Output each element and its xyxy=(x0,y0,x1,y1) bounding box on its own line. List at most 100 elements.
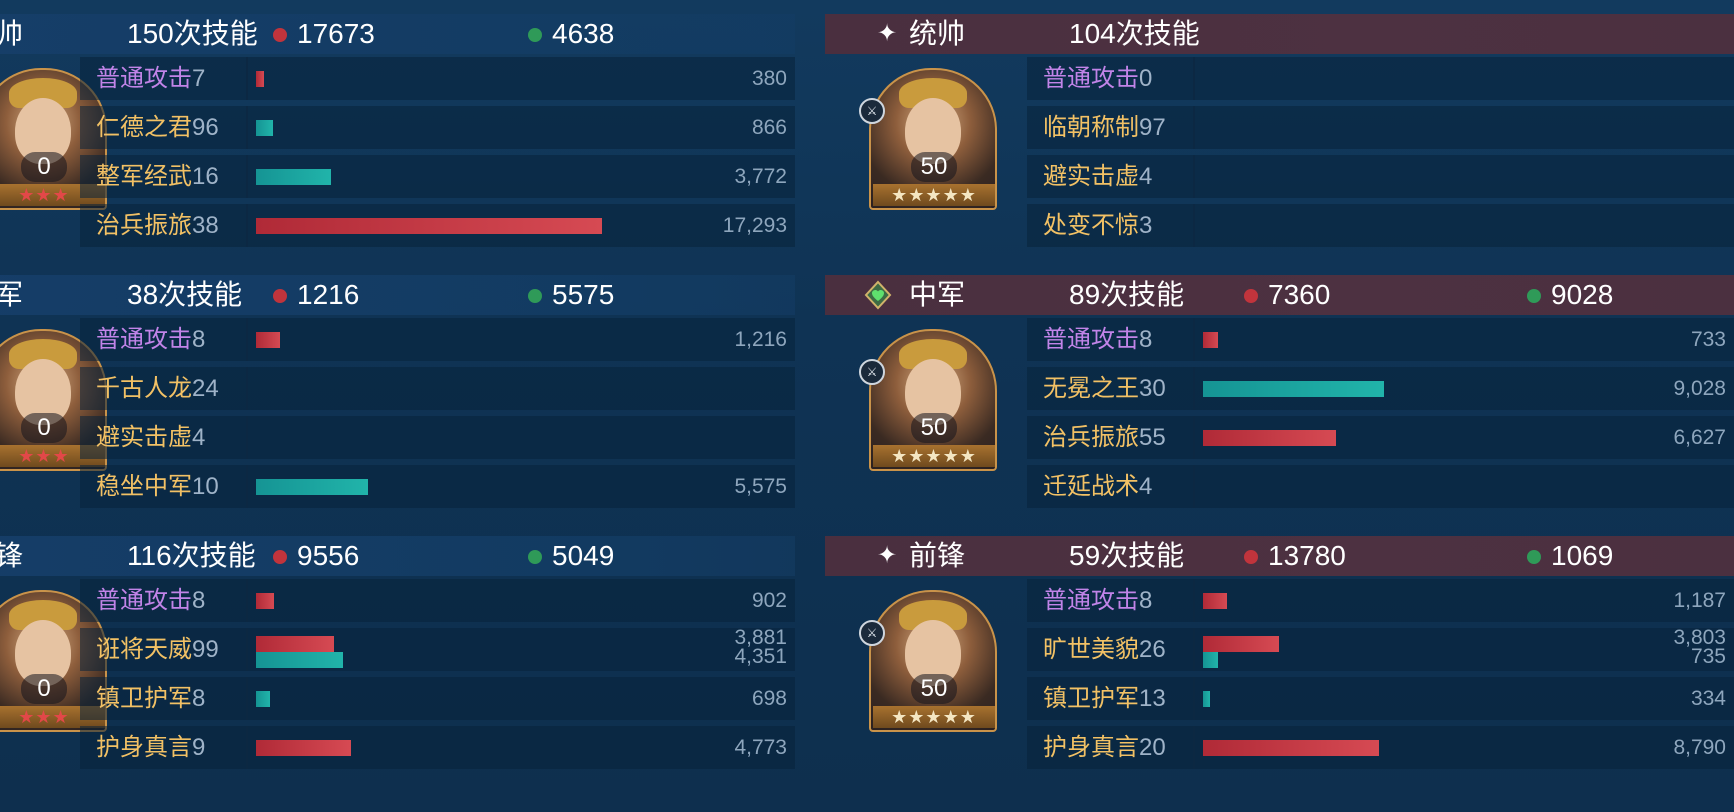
skill-row[interactable]: 迁延战术 4 xyxy=(1027,462,1734,511)
skill-row[interactable]: 护身真言 20 8,790 xyxy=(1027,723,1734,772)
skill-name: 诳将天威 xyxy=(96,636,192,663)
skill-row[interactable]: 镇卫护军 13 334 xyxy=(1027,674,1734,723)
heal-dot-icon xyxy=(528,550,542,564)
skill-row[interactable]: 治兵振旅 55 6,627 xyxy=(1027,413,1734,462)
skill-level: 55 xyxy=(1139,424,1166,451)
hero-star-rating: ★★★★★ xyxy=(873,184,995,206)
skill-row[interactable]: 避实击虚 4 xyxy=(80,413,795,462)
heart-shield-icon xyxy=(863,280,893,310)
skill-row[interactable]: 处变不惊 3 xyxy=(1027,201,1734,250)
heal-value: 866 xyxy=(751,116,787,139)
skill-row[interactable]: 避实击虚 4 xyxy=(1027,152,1734,201)
skill-row[interactable]: 稳坐中军 10 5,575 xyxy=(80,462,795,511)
heal-total: 1069 xyxy=(1551,540,1614,571)
skill-row[interactable]: 临朝称制 97 xyxy=(1027,103,1734,152)
unit-block: 中军 89次技能 7360 9028 50 ★★★★★ ⚔ 普通攻击 8 733 无冕… xyxy=(825,275,1734,536)
unit-header: 帅 150次技能 17673 4638 xyxy=(0,14,795,54)
hero-avatar: 50 ★★★★★ xyxy=(869,590,997,732)
skill-row[interactable]: 旷世美貌 26 3,803 735 xyxy=(1027,625,1734,674)
damage-bar xyxy=(256,593,274,609)
row-divider xyxy=(1193,628,1195,671)
hero-portrait[interactable]: 50 ★★★★★ ⚔ xyxy=(859,68,997,210)
heal-value: 4,351 xyxy=(734,645,787,668)
row-divider xyxy=(1193,155,1195,198)
hero-star-rating: ★★★★★ xyxy=(873,706,995,728)
damage-dot-icon xyxy=(273,28,287,42)
sparkle-icon: ✦ xyxy=(876,20,898,47)
row-divider xyxy=(1193,416,1195,459)
unit-header: ✦ 前锋 59次技能 13780 1069 xyxy=(825,536,1734,576)
hero-level-badge: 0 xyxy=(21,674,67,704)
heal-dot-icon xyxy=(1527,289,1541,303)
damage-dot-icon xyxy=(273,289,287,303)
damage-total: 1216 xyxy=(297,279,360,310)
skill-name: 治兵振旅 xyxy=(96,212,192,239)
unit-block: 锋 116次技能 9556 5049 0 ★★★ ⚔ 普通攻击8902诳将天威9… xyxy=(0,536,795,797)
skill-level: 26 xyxy=(1139,636,1166,663)
row-divider xyxy=(246,579,248,622)
damage-bar xyxy=(1203,636,1279,652)
heal-bar xyxy=(256,169,331,185)
skill-level: 99 xyxy=(192,636,219,663)
heal-total: 4638 xyxy=(552,18,615,49)
skill-row[interactable]: 整军经武 16 3,772 xyxy=(80,152,795,201)
row-divider xyxy=(1193,367,1195,410)
skill-rows: 普通攻击 8 1,187 旷世美貌 26 3,803 735 镇卫护军 13 334 护身真言 20 8… xyxy=(1027,576,1734,772)
heal-value: 5,575 xyxy=(734,475,787,498)
skill-row[interactable]: 无冕之王 30 9,028 xyxy=(1027,364,1734,413)
damage-value: 1,216 xyxy=(734,328,787,351)
skill-count: 38次技能 xyxy=(127,279,243,310)
damage-total: 13780 xyxy=(1268,540,1346,571)
damage-total: 9556 xyxy=(297,540,360,571)
row-divider xyxy=(246,628,248,671)
skill-level: 16 xyxy=(192,163,219,190)
skill-count: 89次技能 xyxy=(1069,279,1185,310)
equipment-icon[interactable]: ⚔ xyxy=(859,359,885,385)
skill-row[interactable]: 普通攻击 8 1,187 xyxy=(1027,576,1734,625)
damage-value: 1,187 xyxy=(1673,589,1726,612)
skill-row[interactable]: 普通攻击 7 380 xyxy=(80,54,795,103)
row-divider xyxy=(1193,57,1195,100)
skill-name: 避实击虚 xyxy=(96,424,192,451)
hero-portrait[interactable]: 50 ★★★★★ ⚔ xyxy=(859,590,997,732)
skill-level: 38 xyxy=(192,212,219,239)
skill-row[interactable]: 镇卫护军 8 698 xyxy=(80,674,795,723)
skill-row[interactable]: 普通攻击 0 xyxy=(1027,54,1734,103)
skill-level: 30 xyxy=(1139,375,1166,402)
row-divider xyxy=(1193,579,1195,622)
skill-name: 稳坐中军 xyxy=(96,473,192,500)
damage-bar xyxy=(256,740,351,756)
heal-dot-icon xyxy=(528,289,542,303)
heal-total: 5049 xyxy=(552,540,615,571)
heal-bar xyxy=(1203,691,1210,707)
hero-portrait[interactable]: 50 ★★★★★ ⚔ xyxy=(859,329,997,471)
skill-row[interactable]: 普通攻击 8 902 xyxy=(80,576,795,625)
heal-bar xyxy=(1203,381,1384,397)
skill-row[interactable]: 千古人龙 24 xyxy=(80,364,795,413)
skill-row[interactable]: 治兵振旅 38 17,293 xyxy=(80,201,795,250)
skill-row[interactable]: 护身真言 9 4,773 xyxy=(80,723,795,772)
skill-level: 10 xyxy=(192,473,219,500)
row-divider xyxy=(246,726,248,769)
damage-dot-icon xyxy=(1244,289,1258,303)
skill-row[interactable]: 仁德之君 96 866 xyxy=(80,103,795,152)
heal-dot-icon xyxy=(528,28,542,42)
skill-row[interactable]: 普通攻击 8 733 xyxy=(1027,315,1734,364)
skill-level: 0 xyxy=(1139,65,1153,92)
position-label: 帅 xyxy=(0,18,24,49)
row-divider xyxy=(246,367,248,410)
skill-level: 96 xyxy=(192,114,219,141)
damage-value: 6,627 xyxy=(1673,426,1726,449)
equipment-icon[interactable]: ⚔ xyxy=(859,620,885,646)
position-label: 军 xyxy=(0,279,24,310)
hero-avatar: 50 ★★★★★ xyxy=(869,329,997,471)
unit-block: 军 38次技能 1216 5575 0 ★★★ ⚔ 普通攻击81,216千古人龙… xyxy=(0,275,795,536)
damage-bar xyxy=(256,332,280,348)
skill-level: 8 xyxy=(1139,326,1153,353)
skill-row[interactable]: 普通攻击 8 1,216 xyxy=(80,315,795,364)
skill-row[interactable]: 诳将天威 99 3,881 4,351 xyxy=(80,625,795,674)
skill-count: 116次技能 xyxy=(127,540,256,571)
skill-level: 7 xyxy=(192,65,206,92)
equipment-icon[interactable]: ⚔ xyxy=(859,98,885,124)
skill-name: 迁延战术 xyxy=(1043,473,1139,500)
